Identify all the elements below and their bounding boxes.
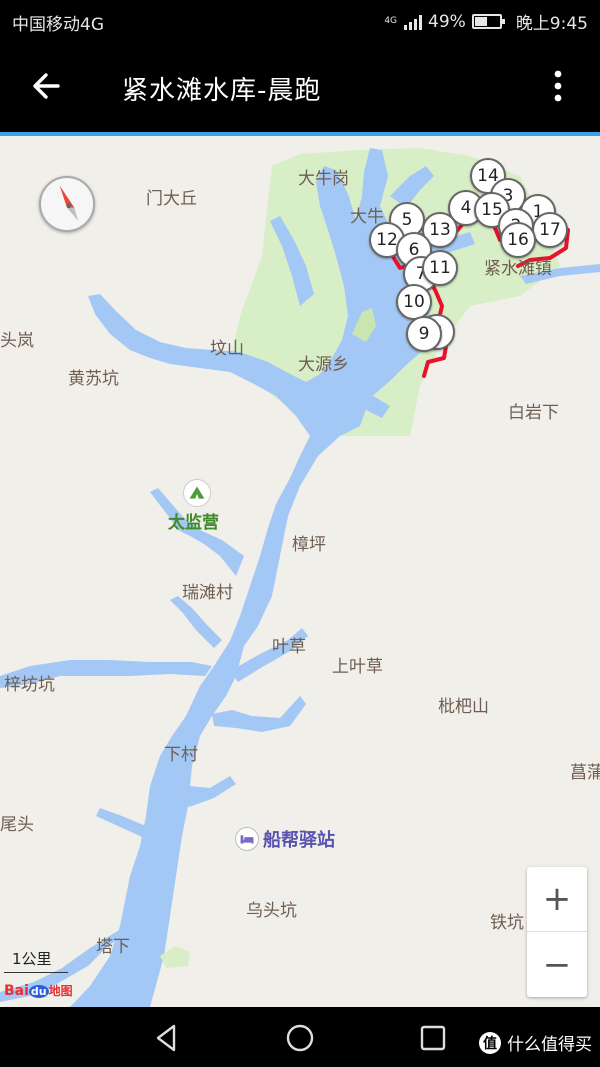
zoom-in-button[interactable]: +: [527, 867, 587, 932]
waypoint-marker[interactable]: 9: [406, 316, 442, 352]
place-label: 坟山: [210, 339, 244, 359]
logo-text: Bai: [4, 983, 29, 999]
nav-home-icon[interactable]: [283, 1021, 317, 1055]
hotel-icon[interactable]: [235, 827, 259, 851]
place-label: 大源乡: [298, 355, 349, 375]
carrier-label: 中国移动4G: [12, 15, 104, 35]
more-options-icon[interactable]: [538, 66, 578, 106]
battery-percent: 49%: [428, 11, 466, 32]
place-label: 大牛岗: [298, 169, 349, 189]
signal-icon: [404, 14, 423, 30]
clock: 晚上9:45: [515, 14, 588, 34]
mountain-icon[interactable]: [183, 479, 211, 507]
nav-back-icon[interactable]: [150, 1021, 184, 1055]
back-arrow-icon[interactable]: [28, 66, 68, 106]
reservoir-water: [212, 696, 306, 732]
status-icons: 4G 49% 晚上9:45: [384, 9, 588, 35]
battery-icon: [471, 14, 505, 29]
reservoir-water: [170, 596, 222, 648]
baidu-logo: Bai du 地图: [4, 982, 73, 999]
place-label: 瑞滩村: [182, 583, 233, 603]
place-label: 樟坪: [292, 535, 326, 555]
watermark-icon: 值: [479, 1031, 501, 1054]
place-label: 上叶草: [332, 657, 383, 677]
place-label: 太监营: [168, 513, 219, 533]
place-label: 下村: [164, 745, 198, 765]
compass-button[interactable]: [39, 176, 95, 232]
place-label: 头岚: [0, 331, 34, 351]
place-label: 叶草: [272, 637, 306, 657]
place-label: 白岩下: [508, 403, 559, 423]
app-bar: 紧水滩水库-晨跑: [0, 40, 600, 132]
waypoint-marker[interactable]: 11: [422, 250, 458, 286]
zoom-control: + −: [527, 867, 587, 997]
place-label: 铁坑: [490, 913, 524, 933]
place-label: 菖蒲: [570, 763, 600, 783]
watermark: 值 什么值得买: [479, 1030, 592, 1055]
scale-label: 1公里: [12, 950, 52, 968]
waypoint-marker[interactable]: 16: [500, 222, 536, 258]
status-bar: 中国移动4G 4G 49% 晚上9:45: [0, 0, 600, 40]
page-title: 紧水滩水库-晨跑: [122, 76, 322, 106]
zoom-out-button[interactable]: −: [527, 932, 587, 997]
place-label: 梓坊坑: [4, 675, 55, 695]
reservoir-water: [70, 148, 430, 1007]
place-label: 塔下: [96, 937, 130, 957]
place-label: 门大丘: [146, 189, 197, 209]
place-label: 尾头: [0, 815, 34, 835]
nav-recents-icon[interactable]: [416, 1021, 450, 1055]
map-scale: 1公里: [4, 948, 68, 973]
network-type-label: 4G: [384, 16, 398, 26]
waypoint-marker[interactable]: 10: [396, 284, 432, 320]
map-view[interactable]: 大牛岗 门大丘 大牛 紧水滩镇 头岚 坟山 大源乡 黄苏坑 白岩下 太监营 樟坪…: [0, 136, 600, 1007]
place-label: 黄苏坑: [68, 369, 119, 389]
place-label: 枇杷山: [438, 697, 489, 717]
logo-paw-text: du: [28, 985, 49, 998]
watermark-text: 什么值得买: [507, 1035, 592, 1055]
place-label[interactable]: 船帮驿站: [263, 826, 335, 852]
waypoint-marker[interactable]: 17: [532, 212, 568, 248]
compass-icon: [59, 185, 79, 221]
logo-map-text: 地图: [48, 984, 73, 998]
place-label: 乌头坑: [246, 901, 297, 921]
scale-bar: [4, 972, 68, 973]
